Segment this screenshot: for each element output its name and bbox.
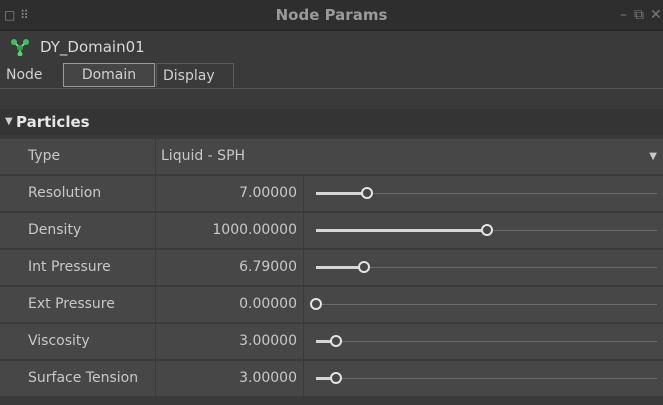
- param-row-ext-pressure: Ext Pressure 0.00000: [0, 287, 663, 322]
- particles-section-header[interactable]: ▼ Particles: [0, 109, 663, 135]
- slider-handle[interactable]: [330, 372, 342, 384]
- slider-track: [316, 341, 657, 342]
- param-label: Resolution: [28, 185, 102, 201]
- tab-domain[interactable]: Domain: [63, 63, 155, 87]
- param-row-resolution: Resolution 7.00000: [0, 176, 663, 211]
- param-value-field[interactable]: 1000.00000: [157, 213, 304, 248]
- param-value-field[interactable]: 3.00000: [157, 361, 304, 396]
- param-slider[interactable]: [306, 287, 663, 322]
- slider-track: [316, 304, 657, 305]
- param-label: Density: [28, 222, 82, 238]
- dropdown-arrow-icon[interactable]: ▼: [649, 139, 657, 174]
- slider-handle[interactable]: [358, 261, 370, 273]
- param-row-surface-tension: Surface Tension 3.00000: [0, 361, 663, 396]
- slider-handle[interactable]: [330, 335, 342, 347]
- param-tabs: Node Domain Display: [0, 63, 663, 89]
- param-row-type: Type Liquid - SPH ▼: [0, 139, 663, 174]
- close-button[interactable]: ✕: [650, 6, 662, 24]
- node-graph-icon: [11, 39, 29, 56]
- param-value-field[interactable]: 0.00000: [157, 287, 304, 322]
- slider-handle[interactable]: [481, 224, 493, 236]
- dropdown-value: Liquid - SPH: [161, 148, 246, 164]
- param-label: Type: [28, 148, 61, 164]
- type-dropdown[interactable]: Liquid - SPH ▼: [157, 139, 663, 174]
- section-title: Particles: [16, 113, 90, 131]
- param-value-field[interactable]: 3.00000: [157, 324, 304, 359]
- tab-display[interactable]: Display: [156, 63, 234, 87]
- slider-fill: [316, 192, 367, 195]
- slider-fill: [316, 229, 487, 232]
- window-title: Node Params: [275, 6, 388, 24]
- slider-fill: [316, 266, 364, 269]
- minimize-button[interactable]: –: [620, 6, 627, 24]
- collapse-caret-icon[interactable]: ▼: [5, 109, 13, 135]
- param-row-viscosity: Viscosity 3.00000: [0, 324, 663, 359]
- title-bar[interactable]: □ ⠿ Node Params – ⧉ ✕: [0, 0, 663, 31]
- tab-node[interactable]: Node: [0, 63, 49, 87]
- param-value-field[interactable]: 7.00000: [157, 176, 304, 211]
- param-value-field[interactable]: 6.79000: [157, 250, 304, 285]
- param-label: Surface Tension: [28, 370, 139, 386]
- param-row-int-pressure: Int Pressure 6.79000: [0, 250, 663, 285]
- slider-handle[interactable]: [361, 187, 373, 199]
- node-header: DY_Domain01: [0, 31, 663, 63]
- node-name: DY_Domain01: [40, 38, 145, 56]
- param-slider[interactable]: [306, 250, 663, 285]
- restore-button[interactable]: ⧉: [634, 6, 644, 24]
- slider-handle[interactable]: [310, 298, 322, 310]
- param-slider[interactable]: [306, 176, 663, 211]
- param-label: Viscosity: [28, 333, 90, 349]
- param-slider[interactable]: [306, 324, 663, 359]
- param-slider[interactable]: [306, 361, 663, 396]
- param-slider[interactable]: [306, 213, 663, 248]
- slider-track: [316, 378, 657, 379]
- param-row-density: Density 1000.00000: [0, 213, 663, 248]
- param-label: Int Pressure: [28, 259, 111, 275]
- param-label: Ext Pressure: [28, 296, 115, 312]
- node-params-window: □ ⠿ Node Params – ⧉ ✕ DY_Domain01 Node D…: [0, 0, 663, 405]
